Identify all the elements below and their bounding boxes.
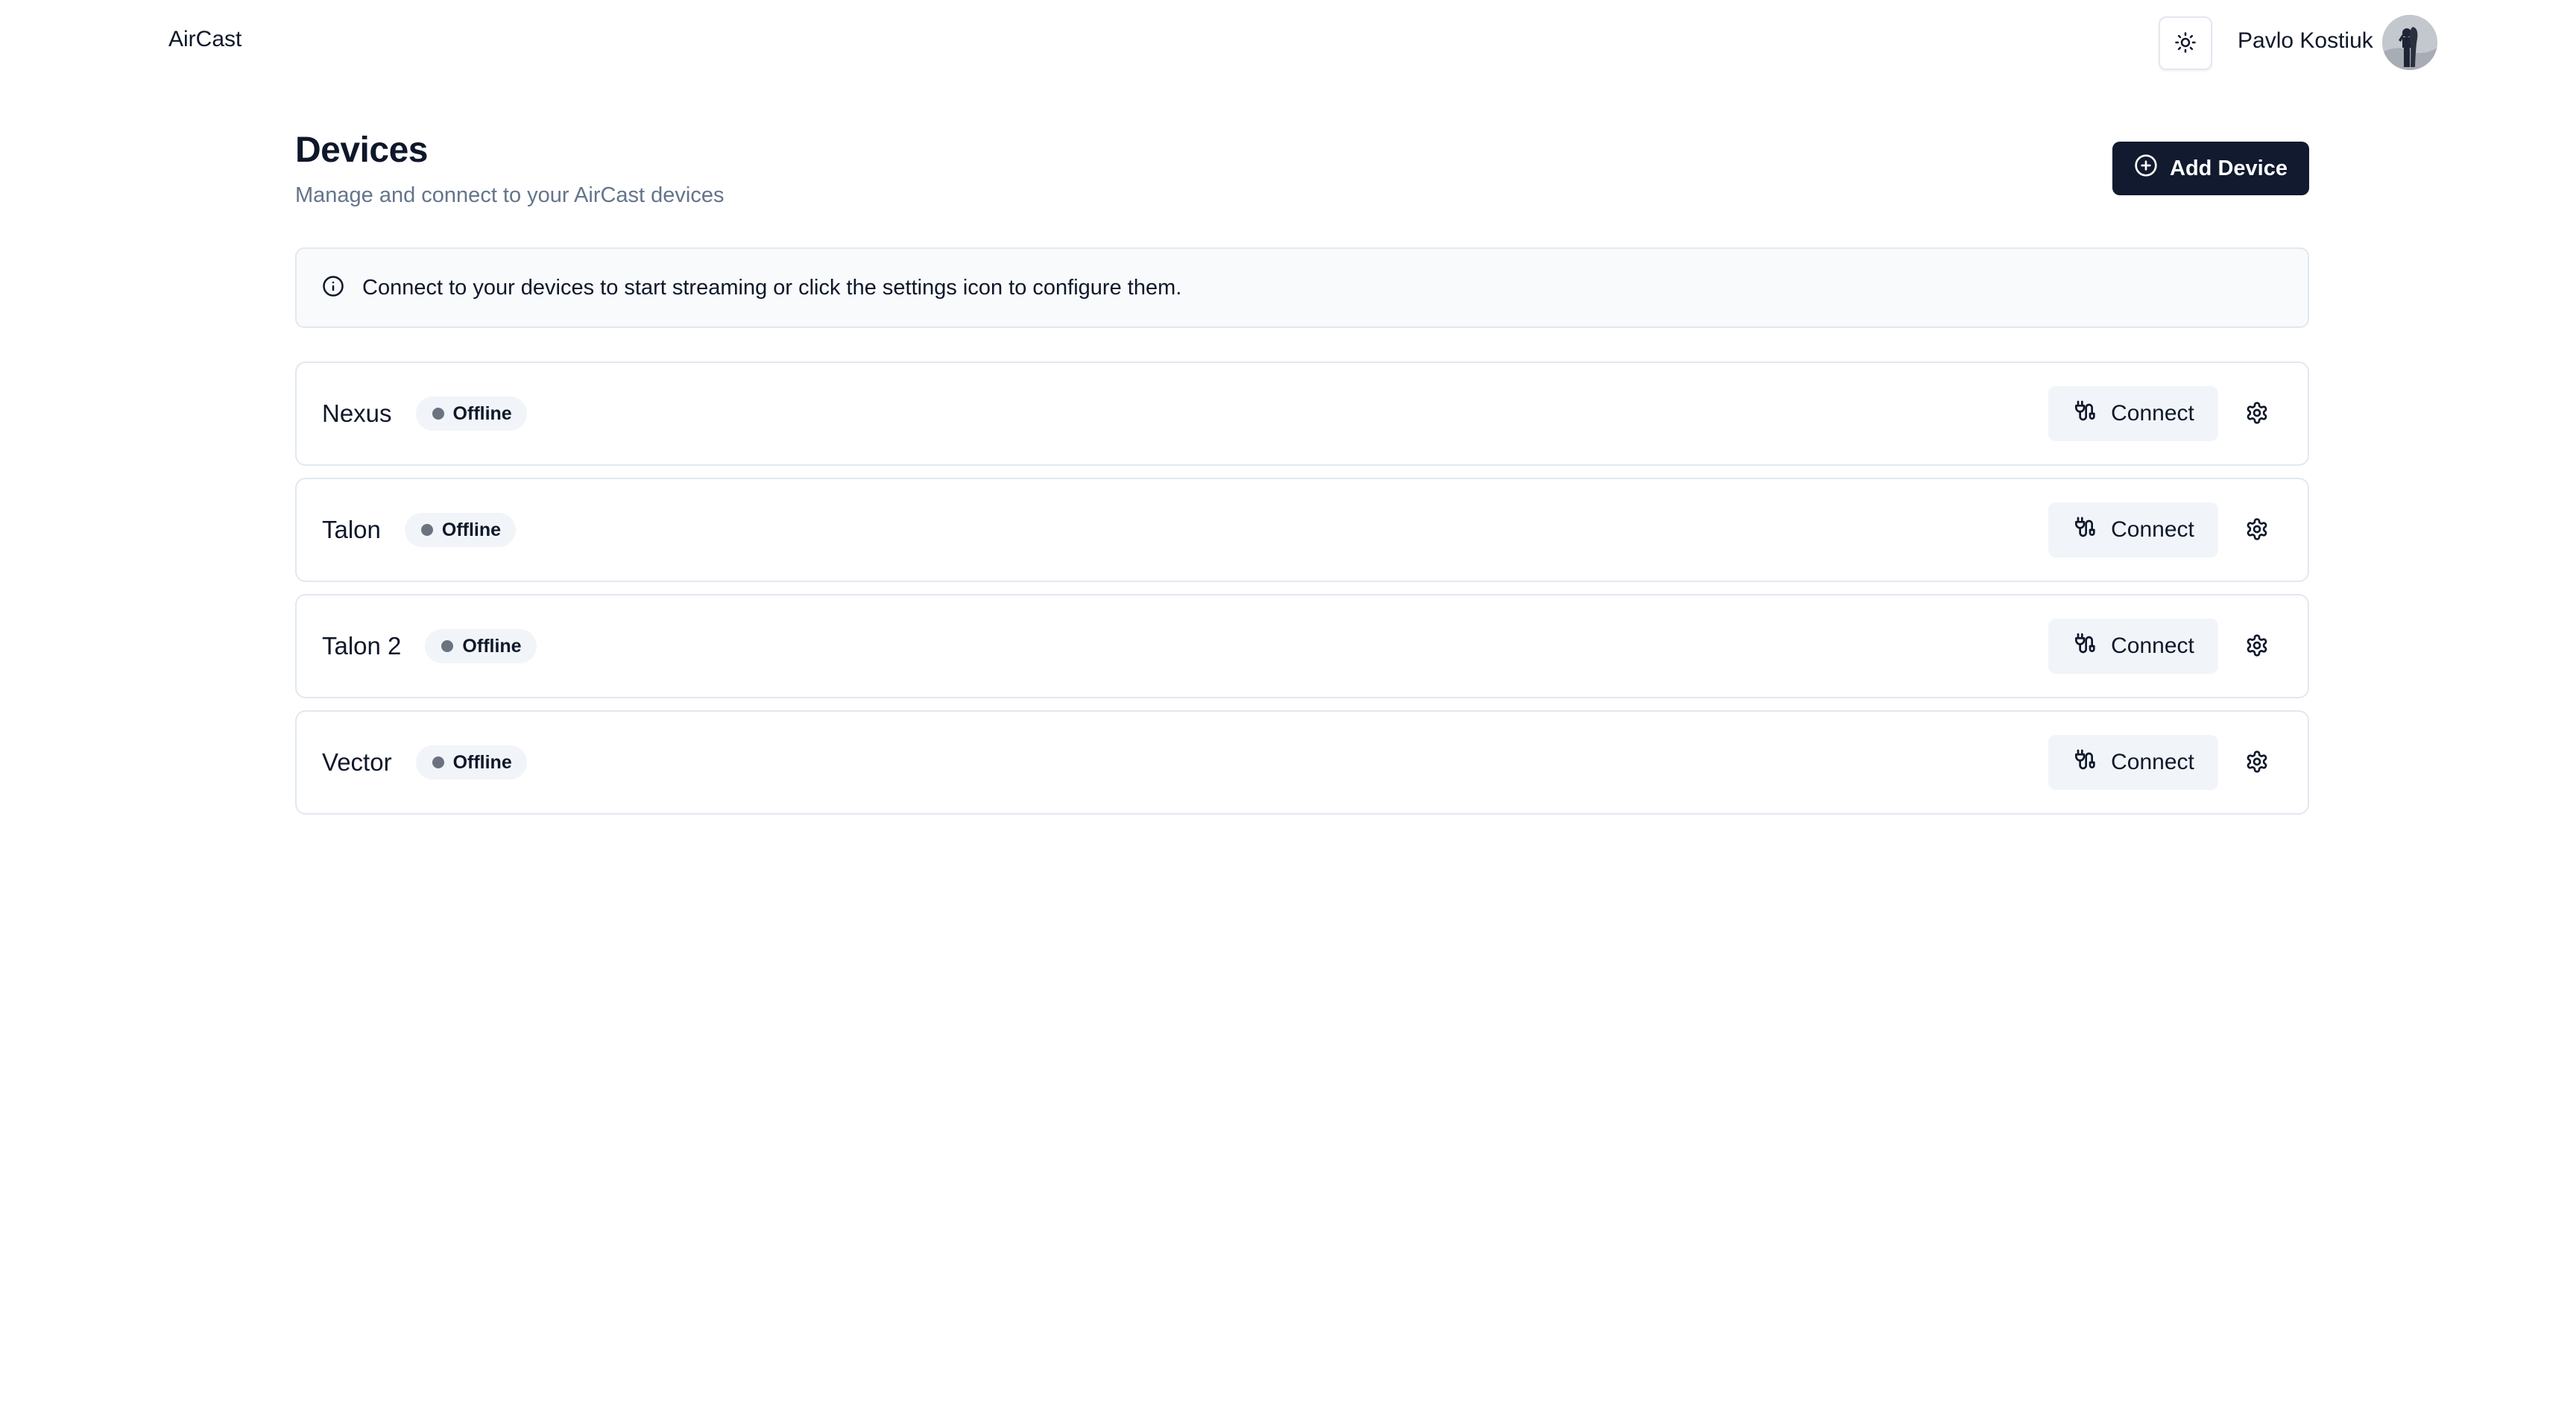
plug-icon bbox=[2072, 399, 2096, 429]
info-icon bbox=[322, 275, 344, 301]
status-dot-icon bbox=[441, 640, 454, 652]
status-text: Offline bbox=[452, 402, 512, 424]
plug-icon bbox=[2072, 515, 2096, 545]
connect-label: Connect bbox=[2111, 401, 2194, 426]
device-actions: Connect bbox=[2048, 386, 2276, 441]
connect-button[interactable]: Connect bbox=[2048, 386, 2218, 441]
device-name: Talon 2 bbox=[322, 632, 402, 660]
user-name[interactable]: Pavlo Kostiuk bbox=[2238, 28, 2373, 54]
status-dot-icon bbox=[432, 756, 444, 768]
connect-button[interactable]: Connect bbox=[2048, 619, 2218, 674]
device-settings-button[interactable] bbox=[2238, 511, 2276, 549]
device-actions: Connect bbox=[2048, 502, 2276, 557]
gear-icon bbox=[2245, 517, 2269, 543]
status-badge: Offline bbox=[415, 745, 527, 780]
page-subtitle: Manage and connect to your AirCast devic… bbox=[295, 183, 724, 207]
top-navigation-bar: AirCast Pavlo Kostiuk bbox=[0, 0, 2576, 85]
add-device-label: Add Device bbox=[2170, 156, 2288, 180]
plug-icon bbox=[2072, 748, 2096, 777]
sun-icon bbox=[2174, 31, 2197, 56]
device-card: Nexus Offline Connect bbox=[295, 361, 2309, 466]
user-avatar[interactable] bbox=[2382, 15, 2437, 70]
device-settings-button[interactable] bbox=[2238, 743, 2276, 782]
device-settings-button[interactable] bbox=[2238, 627, 2276, 666]
connect-button[interactable]: Connect bbox=[2048, 502, 2218, 557]
device-actions: Connect bbox=[2048, 619, 2276, 674]
connect-button[interactable]: Connect bbox=[2048, 735, 2218, 790]
device-name: Talon bbox=[322, 516, 381, 543]
connect-label: Connect bbox=[2111, 750, 2194, 774]
info-alert: Connect to your devices to start streami… bbox=[295, 247, 2309, 328]
connect-label: Connect bbox=[2111, 633, 2194, 658]
brand-logo-text[interactable]: AirCast bbox=[168, 27, 242, 52]
theme-toggle-button[interactable] bbox=[2159, 16, 2212, 70]
status-text: Offline bbox=[441, 519, 502, 540]
status-badge: Offline bbox=[404, 513, 517, 547]
device-name: Vector bbox=[322, 748, 392, 776]
gear-icon bbox=[2245, 633, 2269, 660]
connect-label: Connect bbox=[2111, 517, 2194, 542]
status-badge: Offline bbox=[415, 396, 527, 431]
status-dot-icon bbox=[432, 408, 444, 420]
device-card: Vector Offline Connect bbox=[295, 710, 2309, 815]
gear-icon bbox=[2245, 401, 2269, 427]
status-text: Offline bbox=[462, 635, 522, 657]
device-card: Talon Offline Connect bbox=[295, 478, 2309, 582]
add-device-button[interactable]: Add Device bbox=[2112, 142, 2309, 195]
device-name: Nexus bbox=[322, 399, 392, 427]
device-card: Talon 2 Offline Connect bbox=[295, 594, 2309, 698]
plus-circle-icon bbox=[2134, 154, 2158, 183]
gear-icon bbox=[2245, 750, 2269, 776]
info-text: Connect to your devices to start streami… bbox=[362, 275, 1182, 300]
status-badge: Offline bbox=[425, 629, 537, 663]
status-text: Offline bbox=[452, 751, 512, 773]
plug-icon bbox=[2072, 631, 2096, 661]
device-actions: Connect bbox=[2048, 735, 2276, 790]
status-dot-icon bbox=[420, 524, 433, 536]
device-settings-button[interactable] bbox=[2238, 394, 2276, 433]
page-title: Devices bbox=[295, 130, 428, 170]
